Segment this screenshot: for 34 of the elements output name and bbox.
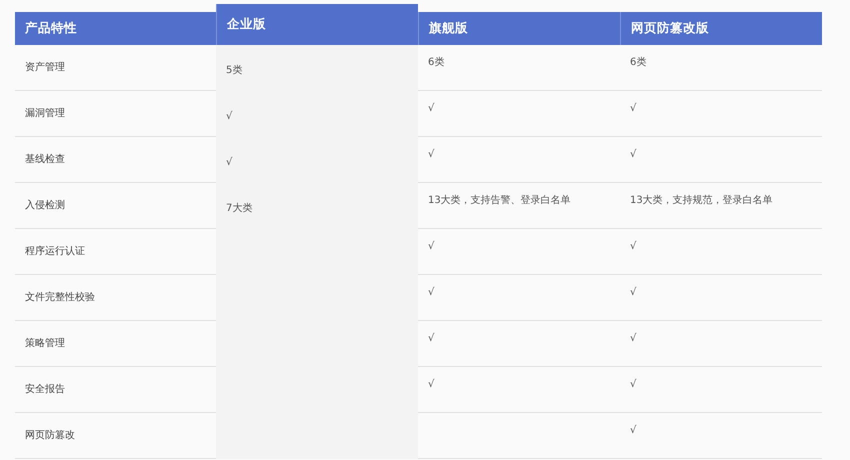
feature-label: 策略管理: [15, 321, 216, 367]
table-cell-text: 6类: [428, 56, 444, 70]
table-cell-text: 13大类，支持规范，登录白名单: [630, 194, 773, 208]
feature-label: 安全报告: [15, 367, 216, 413]
feature-label: 网页防篡改: [15, 413, 216, 459]
feature-label: 入侵检测: [15, 183, 216, 229]
table-cell-text: √: [630, 424, 636, 438]
table-cell-text: √: [630, 102, 636, 116]
table-cell-text: 6类: [630, 56, 646, 70]
table-cell-text: √: [428, 286, 434, 300]
table-cell-text: 5类: [226, 64, 242, 78]
table-cell-text: √: [428, 102, 434, 116]
table-cell-text: 7大类: [226, 202, 252, 216]
column-header: 产品特性: [15, 12, 216, 45]
column-header: 网页防篡改版: [620, 12, 822, 45]
table-cell-text: √: [428, 240, 434, 254]
table-cell-text: √: [428, 148, 434, 162]
table-cell-text: 13大类，支持告警、登录白名单: [428, 194, 571, 208]
feature-label: 文件完整性校验: [15, 275, 216, 321]
feature-label: 漏洞管理: [15, 91, 216, 137]
table-cell-text: √: [428, 378, 434, 392]
column-header: 企业版: [216, 4, 418, 45]
table-cell-text: √: [630, 332, 636, 346]
column-header: 旗舰版: [418, 12, 620, 45]
table-cell-text: √: [630, 240, 636, 254]
table-cell-text: √: [630, 148, 636, 162]
table-cell-text: √: [226, 110, 232, 124]
table-cell-text: √: [428, 332, 434, 346]
feature-label: 程序运行认证: [15, 229, 216, 275]
table-cell-text: √: [630, 378, 636, 392]
table-cell-text: √: [226, 156, 232, 170]
feature-label: 资产管理: [15, 45, 216, 91]
feature-label: 基线检查: [15, 137, 216, 183]
table-cell-text: √: [630, 286, 636, 300]
